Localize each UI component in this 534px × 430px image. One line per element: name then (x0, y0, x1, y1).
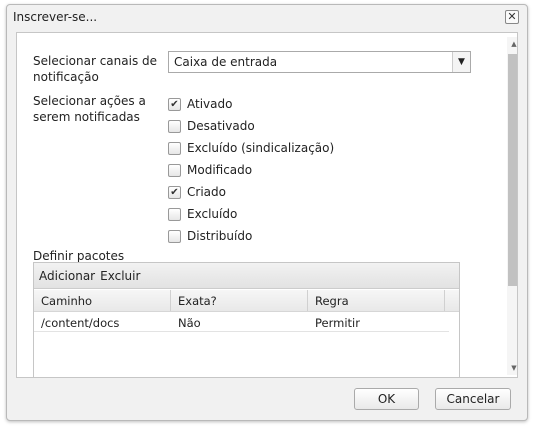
ok-button[interactable]: OK (354, 388, 419, 410)
checkmark-icon[interactable]: ✔ (168, 97, 181, 111)
table-row[interactable]: /content/docs Não Permitir (34, 312, 449, 332)
chevron-down-icon[interactable]: ▼ (452, 52, 470, 72)
cell-rule: Permitir (315, 316, 360, 330)
checkbox-icon[interactable] (168, 119, 181, 133)
action-label: Distribuído (187, 229, 253, 243)
column-header-path[interactable]: Caminho (34, 290, 171, 311)
checkbox-icon[interactable] (168, 207, 181, 221)
grid-toolbar: Adicionar Excluir (34, 263, 459, 289)
vertical-scrollbar[interactable]: ▲ ▼ (507, 37, 517, 375)
add-button[interactable]: Adicionar (39, 269, 95, 283)
column-header-exact[interactable]: Exata? (171, 290, 308, 311)
action-checkbox-1[interactable]: Desativado (168, 119, 255, 133)
checkbox-icon[interactable] (168, 163, 181, 177)
close-icon[interactable]: ✕ (505, 10, 519, 24)
cell-exact: Não (178, 316, 201, 330)
cancel-button[interactable]: Cancelar (435, 388, 511, 410)
actions-label: Selecionar ações a serem notificadas (33, 94, 146, 124)
action-checkbox-6[interactable]: Distribuído (168, 229, 252, 243)
checkmark-icon[interactable]: ✔ (168, 185, 181, 199)
action-checkbox-5[interactable]: Excluído (168, 207, 237, 221)
action-checkbox-2[interactable]: Excluído (sindicalização) (168, 141, 334, 155)
action-label: Modificado (187, 163, 253, 177)
scrollbar-thumb[interactable] (508, 54, 517, 286)
scroll-down-icon[interactable]: ▼ (507, 361, 517, 375)
action-label: Criado (187, 185, 226, 199)
dialog-body: Selecionar canais de notificação Caixa de… (16, 32, 518, 378)
channels-label: Selecionar canais de notificação (33, 54, 158, 84)
action-checkbox-0[interactable]: ✔ Ativado (168, 97, 232, 111)
column-header-rule[interactable]: Regra (308, 290, 445, 311)
action-label: Excluído (187, 207, 238, 221)
packages-grid: Adicionar Excluir Caminho Exata? Regra /… (33, 262, 460, 377)
action-label: Desativado (187, 119, 255, 133)
action-checkbox-4[interactable]: ✔ Criado (168, 185, 226, 199)
dialog-title: Inscrever-se... (13, 10, 98, 24)
channels-select[interactable]: Caixa de entrada ▼ (168, 51, 471, 73)
action-label: Ativado (187, 97, 233, 111)
checkbox-icon[interactable] (168, 229, 181, 243)
scroll-up-icon[interactable]: ▲ (507, 37, 517, 51)
grid-header: Caminho Exata? Regra (34, 290, 459, 312)
subscribe-dialog: Inscrever-se... ✕ Selecionar canais de no… (6, 4, 528, 421)
action-label: Excluído (sindicalização) (187, 141, 335, 155)
action-checkbox-3[interactable]: Modificado (168, 163, 252, 177)
cell-path: /content/docs (41, 316, 120, 330)
channels-value: Caixa de entrada (174, 55, 278, 69)
checkbox-icon[interactable] (168, 141, 181, 155)
form-panel: Selecionar canais de notificação Caixa de… (17, 33, 501, 377)
delete-button[interactable]: Excluir (100, 269, 140, 283)
